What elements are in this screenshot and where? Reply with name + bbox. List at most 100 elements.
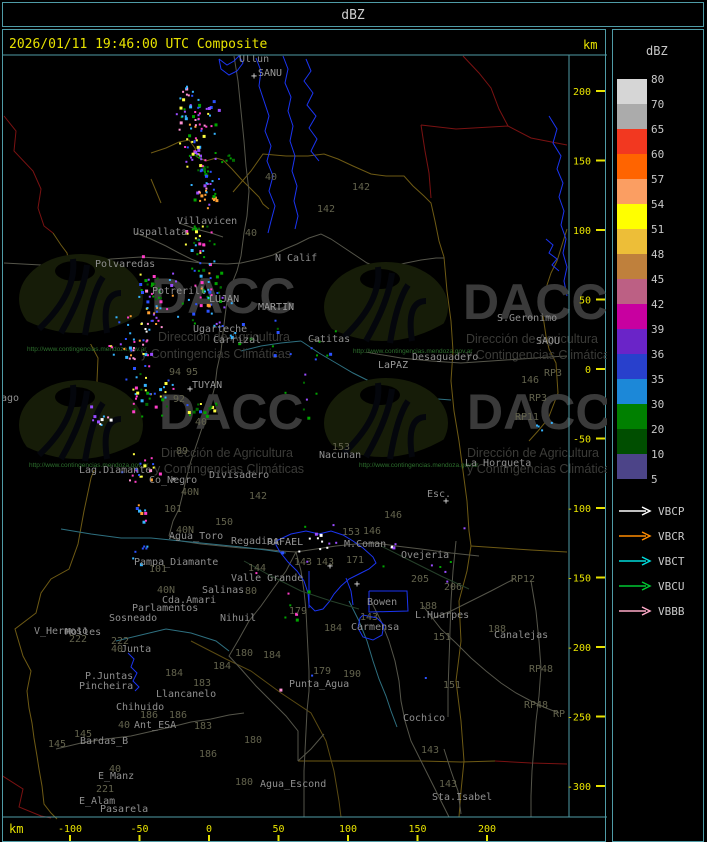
radar-echo <box>199 170 202 173</box>
map-place-label: Agua_Toro <box>169 531 223 542</box>
radar-echo <box>165 405 168 408</box>
radar-echo <box>196 145 200 149</box>
radar-echo <box>194 111 197 113</box>
map-route-label: 40 <box>265 172 277 183</box>
radar-echo <box>134 480 137 483</box>
radar-echo <box>391 545 393 548</box>
y-axis-tick-label: -50 <box>573 435 591 446</box>
radar-echo <box>207 107 211 110</box>
radar-echo <box>207 288 210 291</box>
radar-echo <box>146 307 149 309</box>
radar-echo <box>202 243 206 247</box>
radar-echo <box>204 193 207 196</box>
radar-echo <box>194 137 197 140</box>
dbz-scale-swatch <box>617 279 647 304</box>
radar-echo <box>133 367 136 370</box>
dbz-scale-swatch <box>617 329 647 354</box>
map-place-label: LUJAN <box>209 294 239 305</box>
radar-echo <box>145 330 148 333</box>
border-line <box>420 124 568 146</box>
radar-echo <box>199 199 202 202</box>
radar-echo <box>171 383 174 386</box>
radar-echo <box>134 550 137 553</box>
radar-echo <box>194 244 197 247</box>
legend-row: VBCU <box>618 579 685 593</box>
station-marker-icon: + <box>251 71 257 82</box>
radar-echo <box>276 327 279 330</box>
radar-echo <box>335 541 338 544</box>
radar-echo <box>276 331 280 334</box>
map-route-label: 183 <box>193 678 211 689</box>
radar-echo <box>159 297 162 300</box>
arrow-icon <box>619 506 652 516</box>
radar-echo <box>161 398 165 402</box>
radar-echo <box>218 178 220 180</box>
radar-echo <box>145 340 148 343</box>
radar-echo <box>152 313 155 316</box>
radar-echo <box>203 124 206 127</box>
radar-echo <box>132 453 135 456</box>
radar-echo <box>206 207 209 210</box>
border-line <box>3 115 54 234</box>
radar-echo <box>148 295 151 298</box>
radar-echo <box>150 457 153 460</box>
radar-echo <box>198 103 202 107</box>
dbz-scale-tick-label: 65 <box>651 123 665 136</box>
map-place-label: Lag.Diamante <box>79 465 151 476</box>
radar-echo <box>186 146 189 149</box>
radar-echo <box>212 195 216 199</box>
radar-echo <box>536 424 538 427</box>
map-route-label: 221 <box>96 784 114 795</box>
radar-echo <box>132 402 135 405</box>
radar-echo <box>284 391 287 394</box>
radar-echo <box>147 278 150 281</box>
map-route-label: 146 <box>384 510 402 521</box>
radar-echo <box>144 365 147 367</box>
radar-echo <box>129 332 132 335</box>
border-line <box>420 124 432 199</box>
radar-echo <box>229 157 232 160</box>
map-route-label: 184 <box>213 661 231 672</box>
radar-echo <box>127 323 130 326</box>
map-route-label: 40 <box>195 417 207 428</box>
radar-echo <box>178 128 181 131</box>
radar-echo <box>201 165 204 168</box>
radar-echo <box>302 408 305 411</box>
dbz-scale-swatch <box>617 304 647 329</box>
map-place-label: Bowen <box>367 597 397 608</box>
radar-echo <box>124 338 127 340</box>
radar-echo <box>140 399 144 403</box>
radar-echo <box>191 90 194 93</box>
radar-echo <box>316 537 319 540</box>
map-route-label: 143 <box>421 745 439 756</box>
dbz-scale-tick-label: 54 <box>651 198 665 211</box>
map-place-label: Desaguadero <box>412 352 478 363</box>
radar-echo <box>135 507 139 510</box>
radar-echo <box>139 373 142 376</box>
radar-echo <box>132 347 135 349</box>
boundary-line <box>297 733 325 762</box>
radar-echo <box>194 124 197 127</box>
radar-echo <box>227 154 230 157</box>
map-route-label: 186 <box>199 749 217 760</box>
map-place-label: Nihuil <box>220 613 256 624</box>
radar-echo <box>206 309 210 313</box>
radar-echo <box>198 123 201 126</box>
dbz-scale-swatch <box>617 429 647 454</box>
radar-echo <box>197 98 200 101</box>
map-place-label: SAOU <box>536 336 560 347</box>
map-route-label: 180 <box>235 777 253 788</box>
radar-echo <box>135 397 137 400</box>
dbz-scale-tick-label: 5 <box>651 473 658 486</box>
river-line <box>545 238 560 272</box>
radar-echo <box>213 409 217 413</box>
legend-label: VBCT <box>658 554 685 568</box>
border-line <box>3 775 52 819</box>
map-place-label: M.Coman <box>344 539 386 550</box>
radar-echo <box>155 323 158 325</box>
radar-echo <box>146 545 149 548</box>
radar-echo <box>279 688 283 692</box>
map-place-label: Catitas <box>308 334 350 345</box>
map-place-label: ago <box>3 393 19 404</box>
dbz-scale-swatch <box>617 354 647 379</box>
